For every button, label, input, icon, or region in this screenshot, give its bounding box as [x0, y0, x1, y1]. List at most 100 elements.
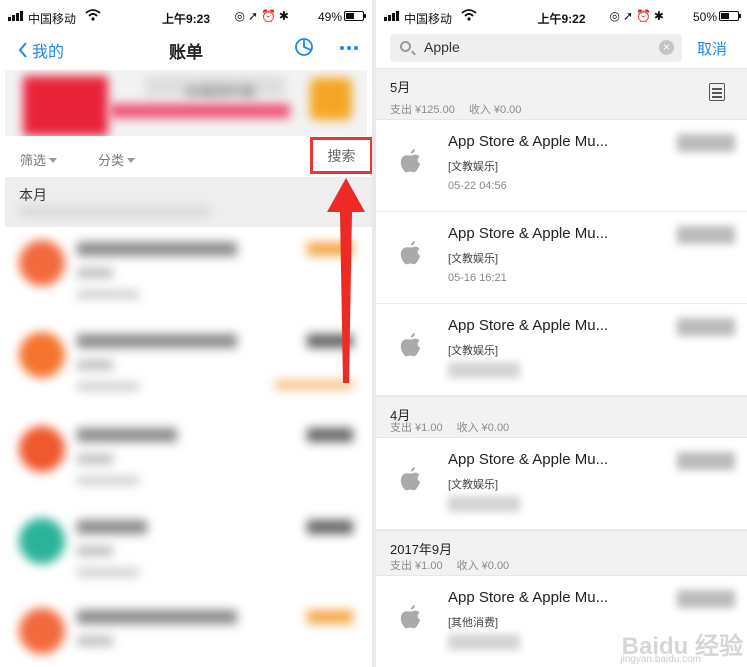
- item-title: App Store & Apple Mu...: [448, 589, 609, 606]
- item-amount-blurred: [677, 318, 735, 336]
- month-label: 本月: [19, 187, 47, 203]
- list-item[interactable]: [5, 510, 367, 604]
- search-screen: 中国移动 上午9:22 ◎➚⏰✱ 50% Apple × 取消 5月支出 ¥12…: [376, 0, 747, 667]
- item-amount-blurred: [677, 226, 735, 244]
- promo-banner[interactable]: 水城流升级: [5, 70, 367, 136]
- category-dropdown[interactable]: 分类: [98, 150, 136, 169]
- list-item[interactable]: [5, 324, 367, 418]
- clear-icon[interactable]: ×: [659, 40, 674, 55]
- item-date: [77, 382, 139, 391]
- item-title: App Store & Apple Mu...: [448, 317, 609, 334]
- month-summary: [19, 207, 209, 216]
- item-category: [77, 454, 113, 464]
- item-date-blurred: [448, 496, 520, 512]
- item-title: [77, 428, 177, 442]
- banner-badge: [310, 78, 352, 120]
- item-date: [77, 568, 139, 577]
- avatar: [19, 426, 65, 472]
- apple-icon: [400, 332, 422, 358]
- item-category: [77, 268, 113, 278]
- apple-icon: [400, 148, 422, 174]
- filter-label: 筛选: [20, 153, 47, 168]
- search-bar: Apple × 取消: [376, 34, 747, 64]
- item-title: [77, 520, 147, 534]
- battery-percent: 49%: [317, 10, 342, 24]
- item-date: [77, 476, 139, 485]
- list-item[interactable]: App Store & Apple Mu... [文教娱乐] 05-16 16:21: [376, 212, 747, 304]
- month-header: 本月: [5, 177, 372, 227]
- status-icons: ◎➚⏰✱: [609, 9, 667, 23]
- item-amount: [307, 520, 353, 534]
- pie-chart-icon[interactable]: [294, 37, 314, 62]
- item-title: App Store & Apple Mu...: [448, 225, 609, 242]
- watermark-url: jingyan.baidu.com: [620, 654, 701, 665]
- search-value: Apple: [424, 39, 460, 55]
- item-date: [77, 290, 139, 299]
- item-title: App Store & Apple Mu...: [448, 451, 609, 468]
- income-total: 收入 ¥0.00: [468, 104, 522, 116]
- income-total: 收入 ¥0.00: [456, 422, 510, 434]
- category-label: 分类: [98, 153, 125, 168]
- apple-icon: [400, 240, 422, 266]
- status-bar: 中国移动 上午9:23 ◎➚⏰✱ 49%: [0, 0, 372, 34]
- list-item[interactable]: App Store & Apple Mu... [文教娱乐]: [376, 304, 747, 396]
- filter-dropdown[interactable]: 筛选: [20, 150, 58, 169]
- month-header: 2017年9月 支出 ¥1.00 收入 ¥0.00: [376, 530, 747, 576]
- banner-bar: [110, 104, 290, 118]
- list-item[interactable]: [5, 418, 367, 512]
- month-header: 4月 支出 ¥1.00 收入 ¥0.00: [376, 396, 747, 438]
- spend-total: 支出 ¥1.00: [390, 422, 443, 434]
- item-category: [文教娱乐]: [448, 479, 499, 491]
- month-header: 5月支出 ¥125.00 收入 ¥0.00: [376, 68, 747, 120]
- banner-text: 水城流升级: [185, 84, 255, 100]
- item-category: [77, 546, 113, 556]
- apple-icon: [400, 466, 422, 492]
- avatar: [19, 518, 65, 564]
- avatar: [19, 240, 65, 286]
- list-item[interactable]: App Store & Apple Mu... [文教娱乐]: [376, 438, 747, 530]
- list-item[interactable]: App Store & Apple Mu... [文教娱乐] 05-22 04:56: [376, 120, 747, 212]
- apple-icon: [400, 604, 422, 630]
- month-label: 5月: [390, 80, 411, 95]
- spend-total: 支出 ¥125.00: [390, 104, 455, 116]
- item-date: 05-16 16:21: [448, 272, 507, 284]
- list-item[interactable]: [5, 600, 367, 667]
- search-input[interactable]: Apple ×: [390, 34, 682, 62]
- item-date-blurred: [448, 362, 520, 378]
- avatar: [19, 608, 65, 654]
- bill-screen: 中国移动 上午9:23 ◎➚⏰✱ 49% 我的 账单 水城流升级 筛选 分类 搜…: [0, 0, 372, 667]
- list-item[interactable]: [5, 232, 367, 326]
- cancel-button[interactable]: 取消: [697, 38, 727, 59]
- search-icon: [400, 41, 411, 52]
- calendar-icon[interactable]: [709, 83, 725, 101]
- item-title: [77, 334, 237, 348]
- item-amount-blurred: [677, 134, 735, 152]
- battery-icon: [719, 11, 741, 21]
- item-category: [77, 636, 113, 646]
- item-amount-blurred: [677, 452, 735, 470]
- spend-total: 支出 ¥1.00: [390, 560, 443, 572]
- nav-bar: 我的 账单: [0, 34, 372, 64]
- month-label: 2017年9月: [390, 542, 453, 557]
- month-summary: 支出 ¥1.00 收入 ¥0.00: [390, 557, 523, 573]
- item-title: App Store & Apple Mu...: [448, 133, 609, 150]
- more-icon[interactable]: [340, 46, 358, 50]
- search-button[interactable]: 搜索: [310, 137, 372, 174]
- red-arrow-annotation: [327, 178, 365, 383]
- item-category: [文教娱乐]: [448, 345, 499, 357]
- banner-image: [23, 76, 108, 136]
- item-category: [文教娱乐]: [448, 253, 499, 265]
- page-title: 账单: [169, 43, 203, 62]
- month-summary: 支出 ¥1.00 收入 ¥0.00: [390, 419, 523, 435]
- item-title: [77, 610, 237, 624]
- item-category: [文教娱乐]: [448, 161, 499, 173]
- status-icons: ◎➚⏰✱: [234, 9, 292, 23]
- item-amount: [307, 428, 353, 442]
- status-time: 上午9:23: [161, 12, 211, 26]
- caret-down-icon: [127, 158, 136, 163]
- item-amount-blurred: [677, 590, 735, 608]
- item-title: [77, 242, 237, 256]
- status-bar: 中国移动 上午9:22 ◎➚⏰✱ 50%: [376, 0, 747, 34]
- battery-percent: 50%: [692, 10, 717, 24]
- item-category: [其他消费]: [448, 617, 499, 629]
